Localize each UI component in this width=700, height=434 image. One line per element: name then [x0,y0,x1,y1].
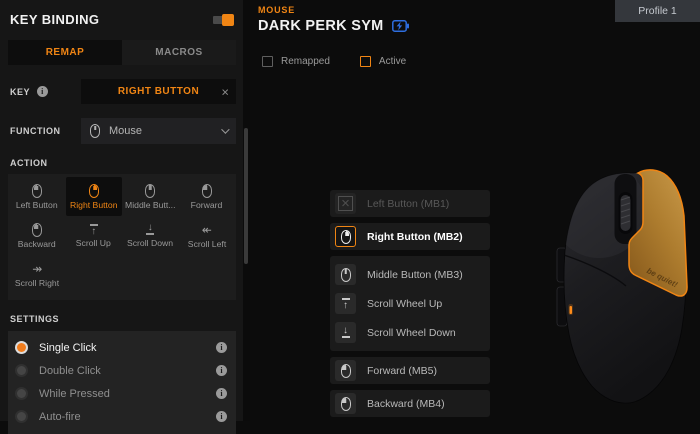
key-input[interactable]: RIGHT BUTTON × [81,79,236,104]
radio-icon [17,412,26,421]
option-double-click[interactable]: Double Click [17,359,227,382]
filter-row: Remapped Active [262,56,406,67]
mouse-forward-icon [202,184,212,198]
scroll-wheel [621,195,631,231]
battery-charging-icon [392,20,410,32]
radio-icon [17,389,26,398]
action-left-button[interactable]: Left Button [9,177,66,216]
function-label: FUNCTION [10,126,61,136]
panel-title: KEY BINDING [10,12,99,27]
mouse-left-icon [32,184,42,198]
checkbox-active[interactable]: Active [360,56,406,67]
action-scroll-up[interactable]: Scroll Up [66,216,123,255]
mouse-icon [90,124,100,138]
key-binding-toggle[interactable] [213,14,234,26]
scrollbar-thumb[interactable] [244,128,248,264]
checkbox-icon [360,56,371,67]
tab-bar: REMAP MACROS [8,40,236,65]
action-middle-button[interactable]: Middle Butt... [122,177,179,216]
toggle-knob [222,14,234,26]
key-label: KEY [10,87,30,97]
option-auto-fire[interactable]: Auto-fire [17,405,227,428]
binding-scroll-wheel-up[interactable]: Scroll Wheel Up [330,289,490,318]
option-while-pressed[interactable]: While Pressed [17,382,227,405]
info-icon[interactable] [216,342,227,353]
action-scroll-right[interactable]: Scroll Right [9,255,66,294]
blocked-icon [338,196,353,211]
tab-remap[interactable]: REMAP [8,40,122,65]
scroll-down-icon [146,223,154,236]
action-backward[interactable]: Backward [9,216,66,255]
mouse-preview: be quiet! [543,148,700,421]
action-scroll-down[interactable]: Scroll Down [122,216,179,255]
function-row: FUNCTION Mouse [10,118,236,144]
binding-scroll-wheel-down[interactable]: Scroll Wheel Down [330,318,490,347]
action-forward[interactable]: Forward [179,177,236,216]
bindings-list: Left Button (MB1) Right Button (MB2) Mid… [330,190,490,423]
led-indicator [570,306,573,314]
radio-icon [17,366,26,375]
action-scroll-left[interactable]: Scroll Left [179,216,236,255]
mouse-middle-icon [341,268,351,282]
scroll-left-icon [202,223,212,237]
radio-icon [17,343,26,352]
function-value: Mouse [109,125,212,137]
info-icon[interactable] [216,365,227,376]
mouse-forward-icon [341,364,351,378]
scroll-up-icon [342,297,350,310]
info-icon[interactable] [216,411,227,422]
option-single-click[interactable]: Single Click [17,336,227,359]
tab-macros[interactable]: MACROS [122,40,236,65]
binding-left-button[interactable]: Left Button (MB1) [330,190,490,217]
mouse-right-icon [89,184,99,198]
panel-gutter [243,0,250,421]
scroll-right-icon [32,262,42,276]
device-name: DARK PERK SYM [258,18,384,34]
settings-box: Single Click Double Click While Pressed … [8,331,236,434]
mouse-middle-icon [145,184,155,198]
key-value: RIGHT BUTTON [81,86,236,97]
binding-middle-button[interactable]: Middle Button (MB3) [330,260,490,289]
action-right-button[interactable]: Right Button [66,177,123,216]
device-header: MOUSE DARK PERK SYM [258,5,410,34]
mouse-backward-icon [32,223,42,237]
function-select[interactable]: Mouse [81,118,236,144]
binding-backward[interactable]: Backward (MB4) [330,390,490,417]
checkbox-remapped[interactable]: Remapped [262,56,330,67]
action-label: ACTION [10,158,236,168]
info-icon[interactable] [216,388,227,399]
key-binding-header: KEY BINDING [10,12,234,27]
mouse-backward-icon [341,397,351,411]
key-info-icon[interactable] [37,86,48,97]
device-type: MOUSE [258,5,410,15]
profile-button[interactable]: Profile 1 [615,0,700,22]
mouse-right-icon [341,230,351,244]
checkbox-icon [262,56,273,67]
key-row: KEY RIGHT BUTTON × [10,79,236,104]
binding-right-button[interactable]: Right Button (MB2) [330,223,490,250]
chevron-down-icon [221,125,229,133]
clear-key-icon[interactable]: × [221,85,229,98]
scroll-up-icon [90,223,98,236]
settings-label: SETTINGS [10,314,236,324]
action-grid: Left Button Right Button Middle Butt... … [8,174,236,300]
wheel-binding-group: Middle Button (MB3) Scroll Wheel Up Scro… [330,256,490,351]
key-binding-panel: KEY BINDING REMAP MACROS KEY RIGHT BUTTO… [0,0,243,421]
scroll-down-icon [342,326,350,339]
binding-forward[interactable]: Forward (MB5) [330,357,490,384]
mouse-image: be quiet! [543,148,700,421]
